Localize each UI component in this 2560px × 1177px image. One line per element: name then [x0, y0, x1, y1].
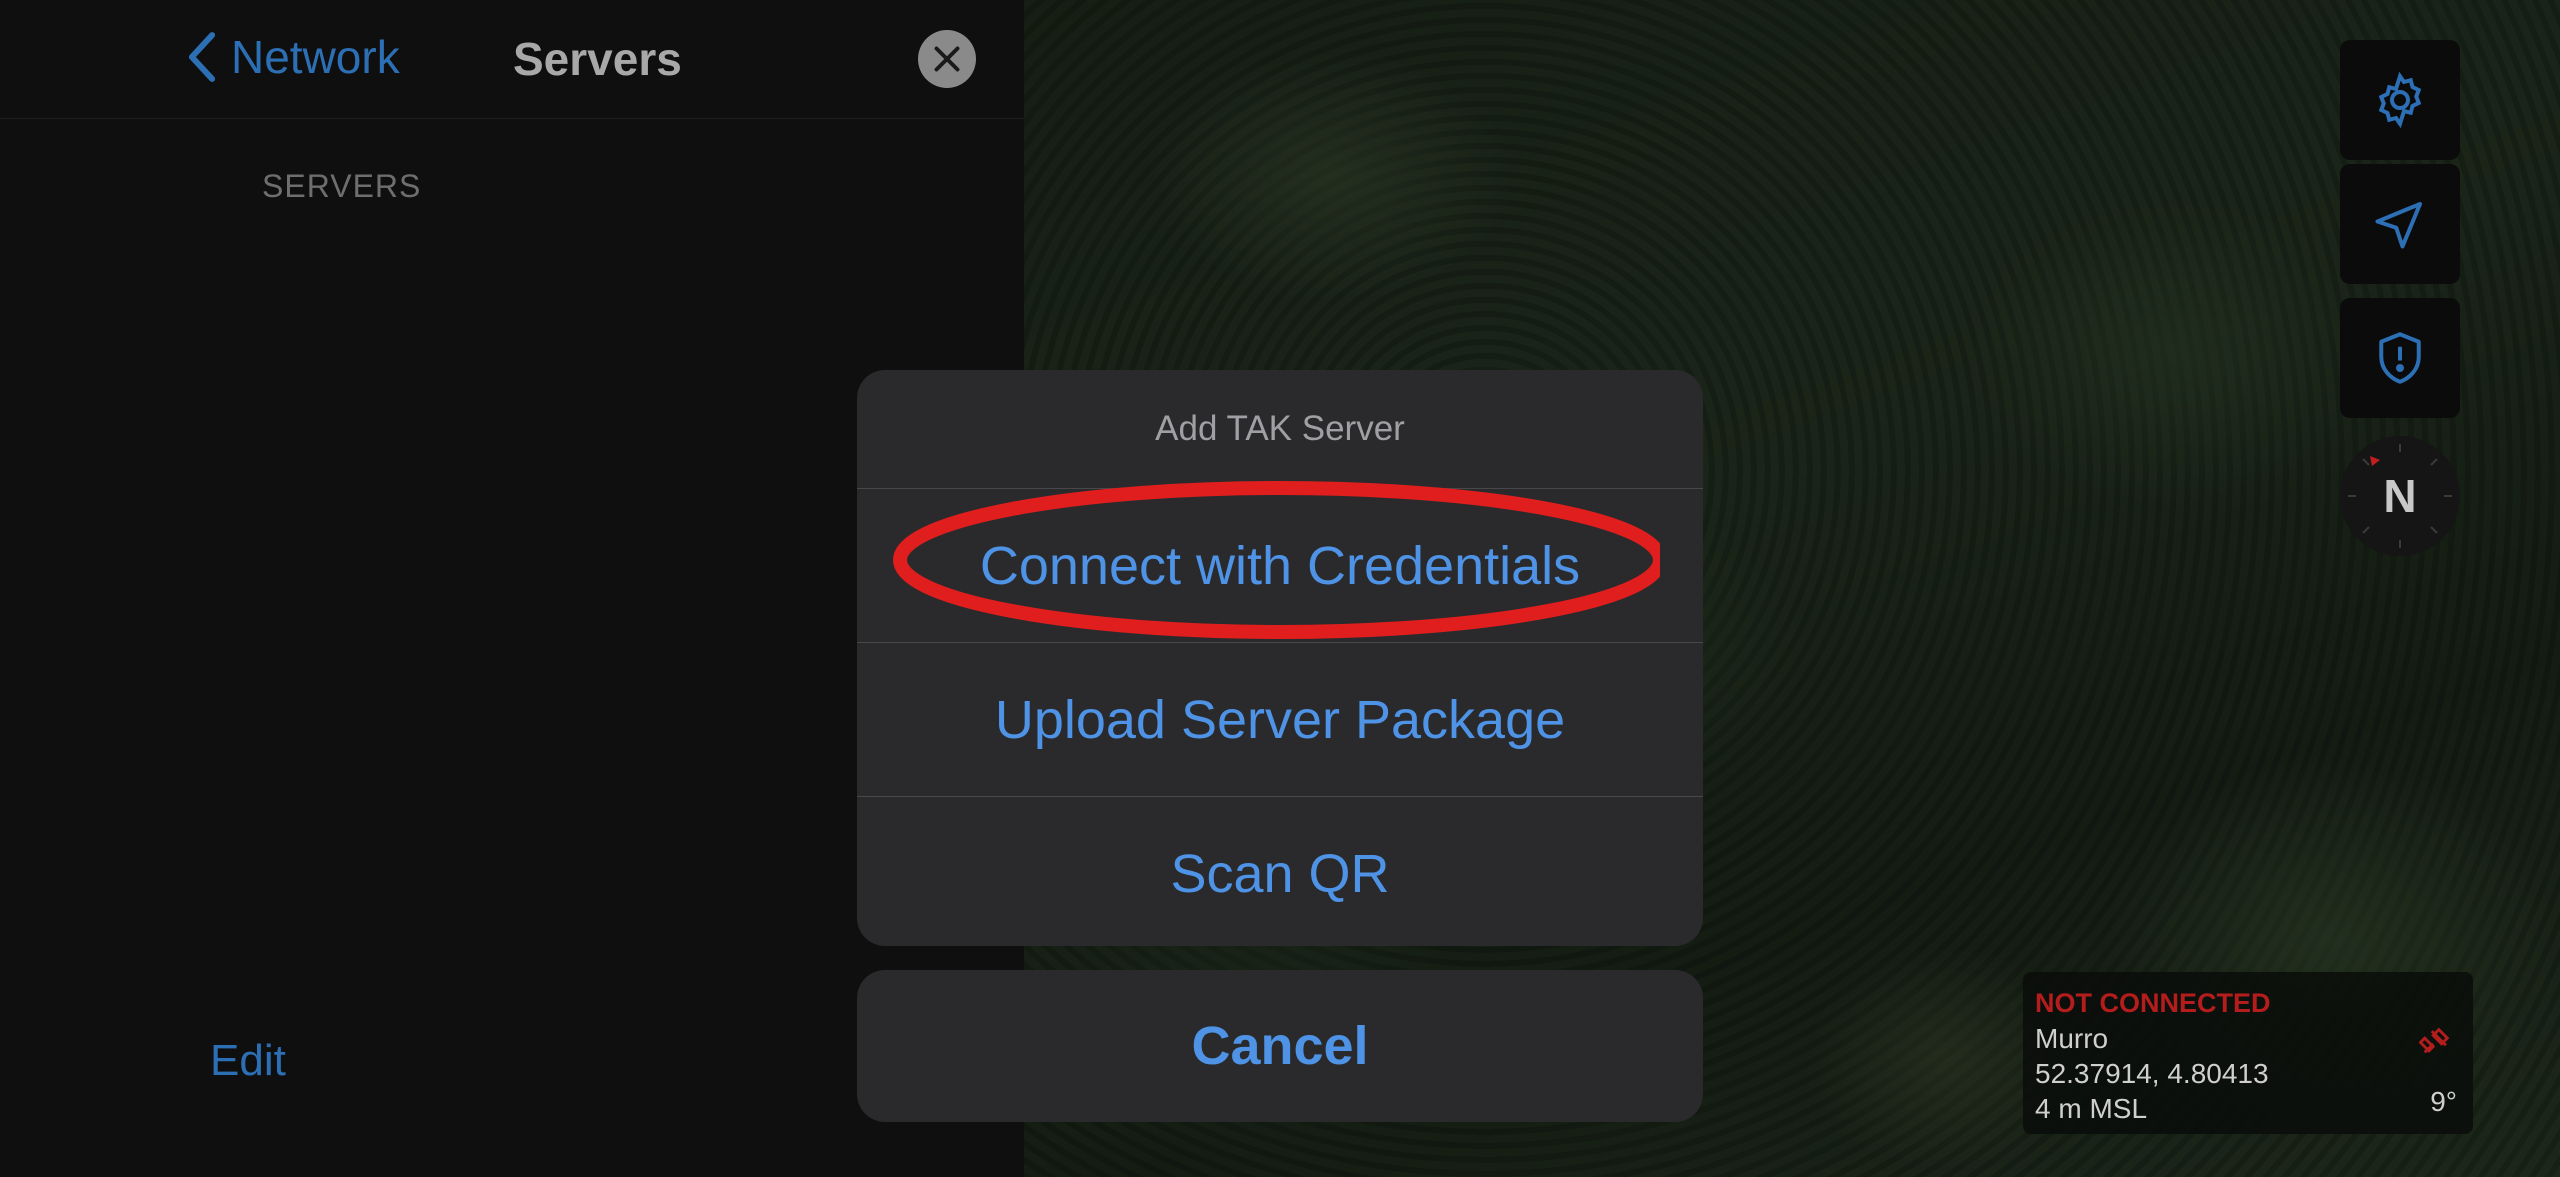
locate-button[interactable]: [2340, 164, 2460, 284]
satellite-off-icon: [2419, 1027, 2450, 1054]
edit-button[interactable]: Edit: [210, 1036, 286, 1086]
navigation-bar: Network Servers: [0, 0, 1024, 119]
back-button[interactable]: Network: [185, 30, 400, 84]
cancel-button[interactable]: Cancel: [857, 970, 1703, 1122]
chevron-left-icon: [188, 32, 216, 82]
location-arrow-icon: [2375, 202, 2422, 249]
connection-status: NOT CONNECTED: [2035, 988, 2271, 1018]
servers-section-header: SERVERS: [262, 168, 422, 204]
compass-button[interactable]: N: [2340, 436, 2460, 556]
page-title: Servers: [513, 33, 682, 85]
heading-value: 9°: [2430, 1086, 2457, 1117]
back-label: Network: [231, 31, 400, 83]
callsign: Murro: [2035, 1023, 2109, 1054]
coordinates: 52.37914, 4.80413: [2035, 1058, 2269, 1089]
close-icon: [934, 46, 960, 72]
add-server-action-sheet: Add TAK Server Connect with Credentials …: [857, 370, 1703, 946]
compass-north-label: N: [2383, 470, 2417, 522]
upload-server-package-button[interactable]: Upload Server Package: [857, 643, 1703, 797]
gear-icon: [2378, 71, 2422, 129]
shield-alert-icon: [2379, 332, 2421, 384]
connect-with-credentials-button[interactable]: Connect with Credentials: [857, 489, 1703, 643]
altitude: 4 m MSL: [2035, 1093, 2148, 1124]
alert-button[interactable]: [2340, 298, 2460, 418]
close-button[interactable]: [918, 30, 976, 88]
scan-qr-button[interactable]: Scan QR: [857, 797, 1703, 946]
settings-button[interactable]: [2340, 40, 2460, 160]
position-status-panel[interactable]: NOT CONNECTED Murro 52.37914, 4.80413 4 …: [2023, 972, 2473, 1134]
action-sheet-title: Add TAK Server: [857, 370, 1703, 489]
